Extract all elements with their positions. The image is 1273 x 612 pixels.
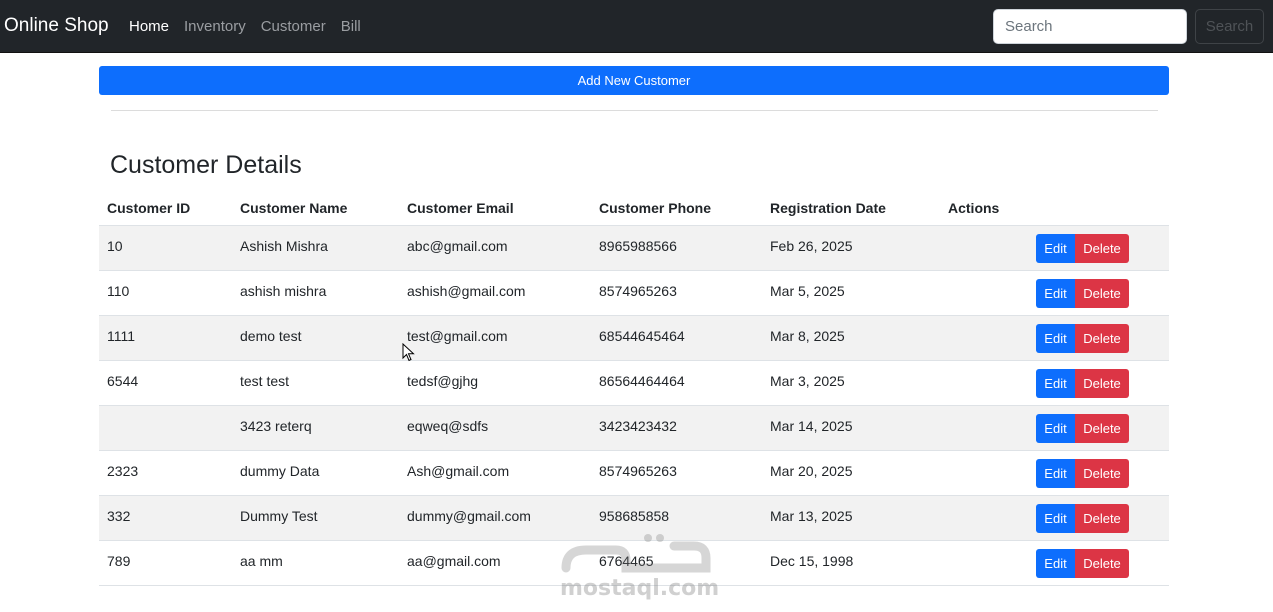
cell-name: aa mm — [240, 553, 283, 569]
cell-phone: 8574965263 — [599, 463, 677, 479]
mouse-cursor-icon — [402, 343, 415, 362]
cell-name: dummy Data — [240, 463, 320, 479]
delete-button[interactable]: Delete — [1075, 234, 1129, 263]
nav-link-home[interactable]: Home — [129, 18, 169, 35]
cell-date: Mar 13, 2025 — [770, 508, 853, 524]
cell-phone: 8574965263 — [599, 283, 677, 299]
cell-email: eqweq@sdfs — [407, 418, 489, 434]
cell-id: 1111 — [107, 328, 136, 344]
column-header-date: Registration Date — [770, 200, 886, 216]
nav-link-customer[interactable]: Customer — [261, 18, 326, 35]
column-header-name: Customer Name — [240, 200, 348, 216]
search-button[interactable]: Search — [1195, 9, 1264, 44]
table-row: 3423 reterq eqweq@sdfs 3423423432 Mar 14, 2… — [99, 406, 1169, 451]
cell-name: demo test — [240, 328, 302, 344]
cell-phone: 6764465 — [599, 553, 654, 569]
page-title: Customer Details — [110, 151, 302, 179]
delete-button[interactable]: Delete — [1075, 504, 1129, 533]
cell-name: 3423 reterq — [240, 418, 312, 434]
cell-phone: 3423423432 — [599, 418, 677, 434]
cell-date: Mar 8, 2025 — [770, 328, 845, 344]
divider — [111, 110, 1158, 111]
table-row: 110 ashish mishra ashish@gmail.com 85749652… — [99, 271, 1169, 316]
cell-email: Ash@gmail.com — [407, 463, 510, 479]
edit-button[interactable]: Edit — [1036, 414, 1075, 443]
column-header-id: Customer ID — [107, 200, 191, 216]
table-body: 10 Ashish Mishra abc@gmail.com 8965988566 Fe… — [99, 226, 1169, 586]
cell-phone: 68544645464 — [599, 328, 685, 344]
edit-button[interactable]: Edit — [1036, 369, 1075, 398]
delete-button[interactable]: Delete — [1075, 369, 1129, 398]
column-header-actions: Actions — [948, 200, 1000, 216]
table-row: 10 Ashish Mishra abc@gmail.com 8965988566 Fe… — [99, 226, 1169, 271]
cell-email: tedsf@gjhg — [407, 373, 479, 389]
cell-id: 10 — [107, 238, 123, 254]
delete-button[interactable]: Delete — [1075, 324, 1129, 353]
top-navbar: Online Shop Home Inventory Customer Bill… — [0, 0, 1273, 53]
cell-name: Ashish Mishra — [240, 238, 328, 254]
cell-id: 110 — [107, 283, 130, 299]
table-header: Customer ID Customer Name Customer Email… — [99, 190, 1169, 226]
nav-link-bill[interactable]: Bill — [341, 18, 361, 35]
nav-links: Home Inventory Customer Bill — [129, 18, 361, 35]
column-header-email: Customer Email — [407, 200, 514, 216]
cell-email: dummy@gmail.com — [407, 508, 531, 524]
brand-logo[interactable]: Online Shop — [4, 15, 109, 37]
search-input[interactable] — [993, 9, 1187, 44]
cell-date: Dec 15, 1998 — [770, 553, 854, 569]
cell-id: 6544 — [107, 373, 139, 389]
cell-date: Feb 26, 2025 — [770, 238, 853, 254]
edit-button[interactable]: Edit — [1036, 324, 1075, 353]
table-row: 789 aa mm aa@gmail.com 6764465 Dec 15, 1998 E… — [99, 541, 1169, 586]
edit-button[interactable]: Edit — [1036, 504, 1075, 533]
cell-name: test test — [240, 373, 290, 389]
delete-button[interactable]: Delete — [1075, 414, 1129, 443]
cell-date: Mar 20, 2025 — [770, 463, 853, 479]
cell-phone: 86564464464 — [599, 373, 685, 389]
table-row: 2323 dummy Data Ash@gmail.com 8574965263 Mar… — [99, 451, 1169, 496]
cell-email: test@gmail.com — [407, 328, 508, 344]
edit-button[interactable]: Edit — [1036, 279, 1075, 308]
nav-link-inventory[interactable]: Inventory — [184, 18, 246, 35]
cell-email: abc@gmail.com — [407, 238, 508, 254]
cell-date: Mar 5, 2025 — [770, 283, 845, 299]
column-header-phone: Customer Phone — [599, 200, 712, 216]
table-row: 6544 test test tedsf@gjhg 86564464464 Mar 3,… — [99, 361, 1169, 406]
cell-phone: 8965988566 — [599, 238, 677, 254]
cell-name: ashish mishra — [240, 283, 327, 299]
table-row: 1111 demo test test@gmail.com 68544645464 Ma… — [99, 316, 1169, 361]
delete-button[interactable]: Delete — [1075, 549, 1129, 578]
cell-phone: 958685858 — [599, 508, 670, 524]
cell-id: 332 — [107, 508, 131, 524]
cell-date: Mar 3, 2025 — [770, 373, 845, 389]
cell-date: Mar 14, 2025 — [770, 418, 853, 434]
customer-table: Customer ID Customer Name Customer Email… — [99, 190, 1169, 586]
add-new-customer-button[interactable]: Add New Customer — [99, 66, 1169, 95]
edit-button[interactable]: Edit — [1036, 459, 1075, 488]
edit-button[interactable]: Edit — [1036, 234, 1075, 263]
delete-button[interactable]: Delete — [1075, 459, 1129, 488]
cell-id: 2323 — [107, 463, 139, 479]
table-row: 332 Dummy Test dummy@gmail.com 958685858 Mar… — [99, 496, 1169, 541]
delete-button[interactable]: Delete — [1075, 279, 1129, 308]
cell-email: ashish@gmail.com — [407, 283, 526, 299]
cell-email: aa@gmail.com — [407, 553, 501, 569]
edit-button[interactable]: Edit — [1036, 549, 1075, 578]
cell-name: Dummy Test — [240, 508, 318, 524]
cell-id: 789 — [107, 553, 131, 569]
